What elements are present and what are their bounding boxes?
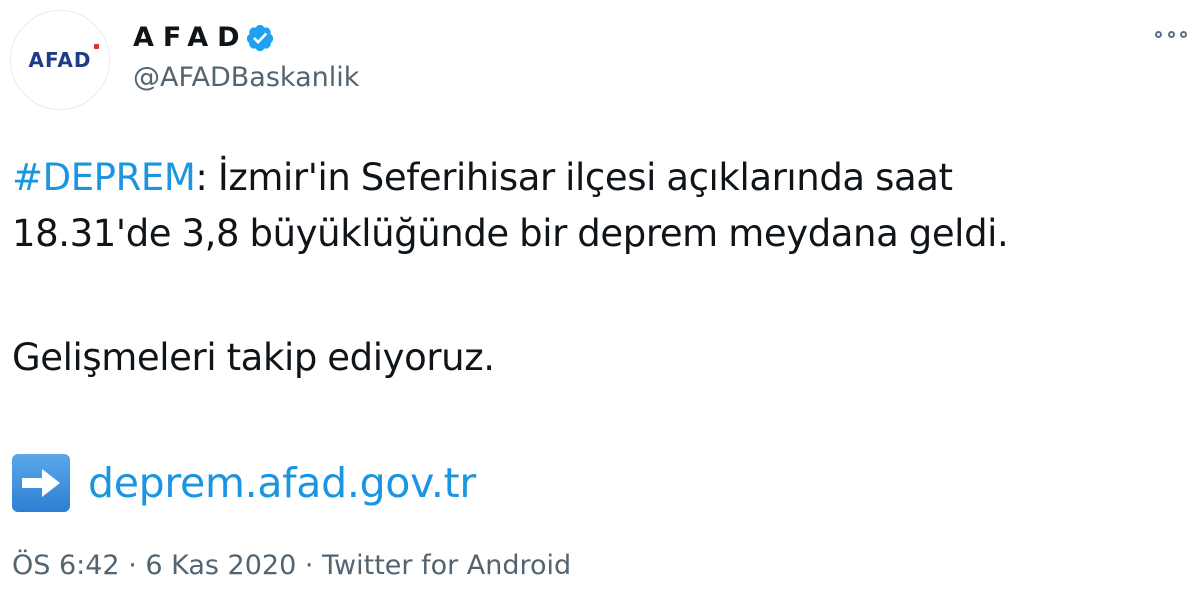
- tweet-card: AFAD AFAD @AFADBaskanlik #DEPREM: İzmir'…: [0, 0, 1200, 608]
- tweet-line-2: 18.31'de 3,8 büyüklüğünde bir deprem mey…: [12, 212, 1009, 255]
- author-display-name[interactable]: AFAD: [133, 18, 249, 58]
- more-dot: [1167, 30, 1175, 38]
- tweet-date[interactable]: 6 Kas 2020: [145, 550, 296, 581]
- external-link[interactable]: deprem.afad.gov.tr: [88, 453, 476, 513]
- more-dot: [1155, 30, 1162, 38]
- author-handle[interactable]: @AFADBaskanlik: [133, 61, 359, 95]
- more-dot: [1180, 30, 1187, 38]
- tweet-line-1: #DEPREM: İzmir'in Seferihisar ilçesi açı…: [12, 150, 1192, 206]
- tweet-meta: ÖS 6:42 · 6 Kas 2020 · Twitter for Andro…: [12, 546, 571, 586]
- avatar-logo-text: AFAD: [28, 48, 92, 72]
- tweet-text: #DEPREM: İzmir'in Seferihisar ilçesi açı…: [12, 150, 1192, 386]
- logo-red-dot: [94, 44, 100, 49]
- link-row: deprem.afad.gov.tr: [12, 453, 476, 513]
- meta-separator: ·: [296, 550, 323, 581]
- arrow-glyph: [22, 469, 60, 497]
- author-name-row: AFAD: [133, 18, 275, 58]
- tweet-line-3: Gelişmeleri takip ediyoruz.: [12, 336, 495, 379]
- meta-separator: ·: [119, 550, 146, 581]
- afad-logo: AFAD: [28, 44, 100, 72]
- more-options-icon[interactable]: [1154, 22, 1188, 46]
- tweet-time[interactable]: ÖS 6:42: [12, 550, 120, 581]
- right-arrow-emoji-icon: [12, 454, 70, 512]
- avatar[interactable]: AFAD: [10, 10, 110, 110]
- hashtag-link[interactable]: #DEPREM: [12, 156, 196, 199]
- tweet-source[interactable]: Twitter for Android: [322, 550, 571, 581]
- verified-badge-icon: [246, 24, 273, 52]
- tweet-line-1-text: : İzmir'in Seferihisar ilçesi açıklarınd…: [195, 156, 953, 199]
